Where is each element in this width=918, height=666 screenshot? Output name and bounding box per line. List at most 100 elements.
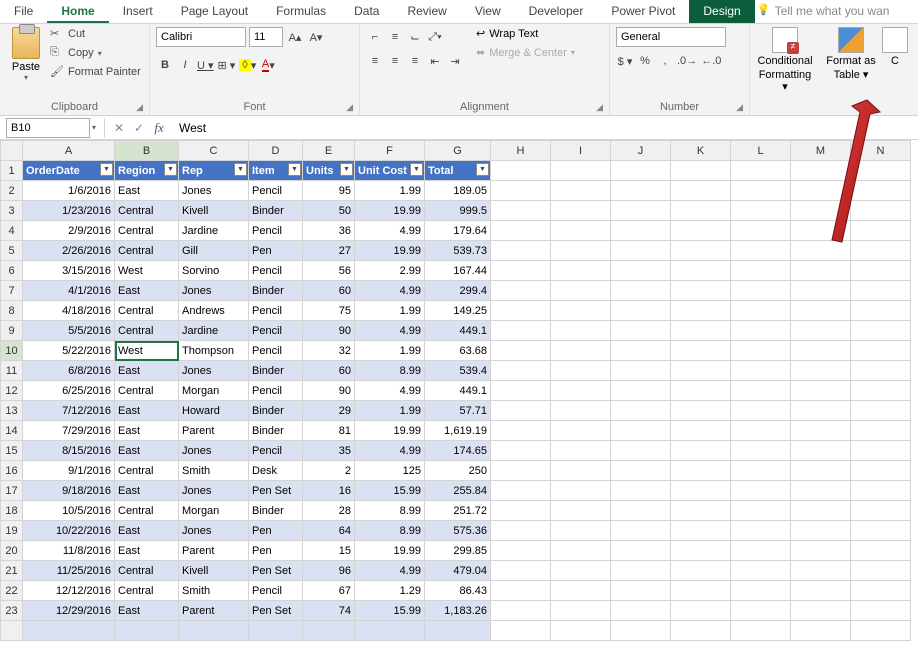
cell-G8[interactable]: 149.25 <box>425 301 491 321</box>
cell[interactable] <box>491 401 551 421</box>
table-header-unit-cost[interactable]: Unit Cost▼ <box>355 161 425 181</box>
dec-decimal-button[interactable]: ←.0 <box>700 51 722 71</box>
enter-formula-button[interactable]: ✓ <box>129 121 149 135</box>
cell[interactable] <box>611 441 671 461</box>
cell-G15[interactable]: 174.65 <box>425 441 491 461</box>
cell-C16[interactable]: Smith <box>179 461 249 481</box>
cell-F22[interactable]: 1.29 <box>355 581 425 601</box>
cell[interactable] <box>791 381 851 401</box>
cell[interactable] <box>851 561 911 581</box>
tell-me-search[interactable]: Tell me what you wan <box>755 0 904 23</box>
cell[interactable] <box>491 341 551 361</box>
cell-B16[interactable]: Central <box>115 461 179 481</box>
cell-F15[interactable]: 4.99 <box>355 441 425 461</box>
cell[interactable] <box>791 461 851 481</box>
cell[interactable] <box>551 401 611 421</box>
cell[interactable] <box>551 221 611 241</box>
cell-C9[interactable]: Jardine <box>179 321 249 341</box>
cell[interactable] <box>611 461 671 481</box>
row-header-23[interactable]: 23 <box>1 601 23 621</box>
cell[interactable] <box>611 521 671 541</box>
cell-F7[interactable]: 4.99 <box>355 281 425 301</box>
cell-C11[interactable]: Jones <box>179 361 249 381</box>
tab-data[interactable]: Data <box>340 0 393 23</box>
cell[interactable] <box>671 281 731 301</box>
cell-F16[interactable]: 125 <box>355 461 425 481</box>
cell[interactable] <box>671 561 731 581</box>
cell[interactable] <box>671 401 731 421</box>
filter-icon[interactable]: ▼ <box>340 163 353 176</box>
cell[interactable] <box>731 481 791 501</box>
cell[interactable] <box>611 361 671 381</box>
cell[interactable] <box>791 621 851 641</box>
cell[interactable] <box>303 621 355 641</box>
cell-A10[interactable]: 5/22/2016 <box>23 341 115 361</box>
tab-page-layout[interactable]: Page Layout <box>167 0 262 23</box>
cell[interactable] <box>491 181 551 201</box>
cell-C22[interactable]: Smith <box>179 581 249 601</box>
borders-button[interactable]: ⊞ ▾ <box>217 55 237 75</box>
cell[interactable] <box>791 441 851 461</box>
tab-insert[interactable]: Insert <box>109 0 167 23</box>
table-header-item[interactable]: Item▼ <box>249 161 303 181</box>
italic-button[interactable]: I <box>176 55 194 75</box>
cell[interactable] <box>851 521 911 541</box>
cell-E22[interactable]: 67 <box>303 581 355 601</box>
cell[interactable] <box>551 601 611 621</box>
cell-G13[interactable]: 57.71 <box>425 401 491 421</box>
cell-E5[interactable]: 27 <box>303 241 355 261</box>
conditional-formatting-button[interactable]: Conditional Formatting ▾ <box>756 27 814 93</box>
row-header-1[interactable]: 1 <box>1 161 23 181</box>
column-header-A[interactable]: A <box>23 141 115 161</box>
cell-A21[interactable]: 11/25/2016 <box>23 561 115 581</box>
cell-B17[interactable]: East <box>115 481 179 501</box>
column-header-E[interactable]: E <box>303 141 355 161</box>
cell-D22[interactable]: Pencil <box>249 581 303 601</box>
column-header-J[interactable]: J <box>611 141 671 161</box>
cell[interactable] <box>671 181 731 201</box>
cell-A8[interactable]: 4/18/2016 <box>23 301 115 321</box>
cell[interactable] <box>791 341 851 361</box>
cell-B22[interactable]: Central <box>115 581 179 601</box>
orientation-button[interactable]: ⤢▾ <box>426 27 444 47</box>
cell-D9[interactable]: Pencil <box>249 321 303 341</box>
cell[interactable] <box>551 381 611 401</box>
column-header-D[interactable]: D <box>249 141 303 161</box>
cell-E10[interactable]: 32 <box>303 341 355 361</box>
cell-D8[interactable]: Pencil <box>249 301 303 321</box>
cell-G6[interactable]: 167.44 <box>425 261 491 281</box>
cell[interactable] <box>851 541 911 561</box>
cell-B18[interactable]: Central <box>115 501 179 521</box>
cell[interactable] <box>671 521 731 541</box>
comma-button[interactable]: , <box>656 51 674 71</box>
table-header-orderdate[interactable]: OrderDate▼ <box>23 161 115 181</box>
paste-button[interactable]: Paste ▾ <box>6 27 46 82</box>
cell[interactable] <box>671 201 731 221</box>
cell-C7[interactable]: Jones <box>179 281 249 301</box>
cell[interactable] <box>491 461 551 481</box>
cell-C21[interactable]: Kivell <box>179 561 249 581</box>
row-header-2[interactable]: 2 <box>1 181 23 201</box>
cell[interactable] <box>791 221 851 241</box>
cell-C4[interactable]: Jardine <box>179 221 249 241</box>
cell[interactable] <box>731 281 791 301</box>
cell[interactable] <box>791 581 851 601</box>
cell[interactable] <box>491 441 551 461</box>
cell[interactable] <box>491 381 551 401</box>
cell[interactable] <box>611 501 671 521</box>
cell[interactable] <box>851 241 911 261</box>
cell-A19[interactable]: 10/22/2016 <box>23 521 115 541</box>
cell-E9[interactable]: 90 <box>303 321 355 341</box>
cell[interactable] <box>851 581 911 601</box>
cell-F2[interactable]: 1.99 <box>355 181 425 201</box>
cell-D23[interactable]: Pen Set <box>249 601 303 621</box>
cell-D17[interactable]: Pen Set <box>249 481 303 501</box>
cell[interactable] <box>791 401 851 421</box>
row-header-6[interactable]: 6 <box>1 261 23 281</box>
cell[interactable] <box>731 161 791 181</box>
row-header-5[interactable]: 5 <box>1 241 23 261</box>
cell-A11[interactable]: 6/8/2016 <box>23 361 115 381</box>
formula-input[interactable] <box>169 121 918 135</box>
cell[interactable] <box>671 301 731 321</box>
cell[interactable] <box>731 601 791 621</box>
